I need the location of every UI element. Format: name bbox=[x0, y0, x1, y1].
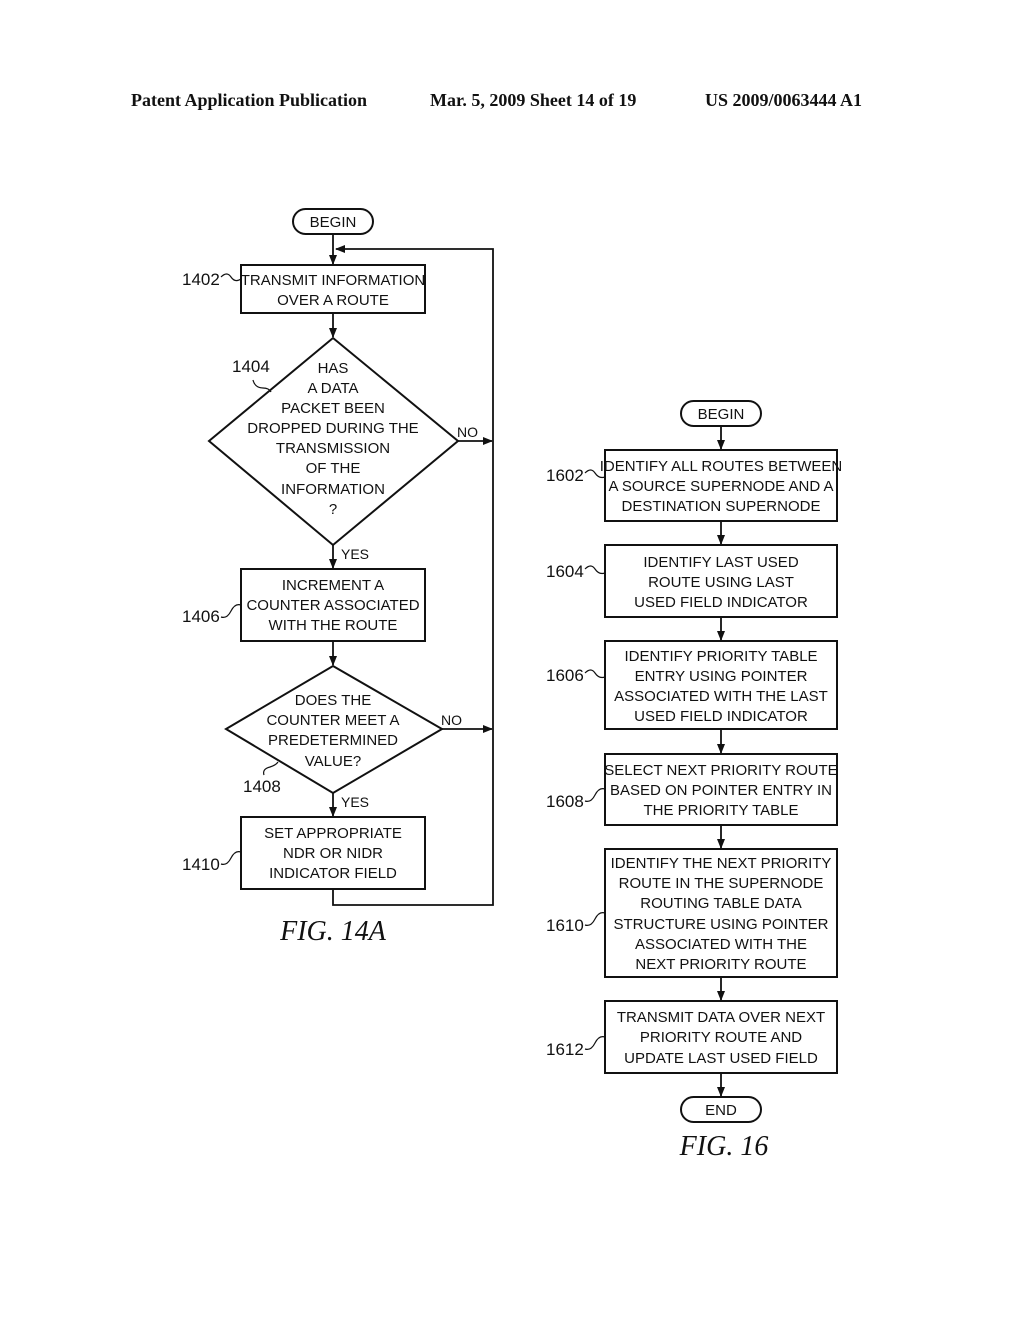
ref-1602: 1602 bbox=[546, 466, 584, 485]
fig16-end-label: END bbox=[705, 1102, 737, 1119]
leader-1610 bbox=[584, 912, 606, 926]
fig14a-begin-label: BEGIN bbox=[310, 214, 357, 231]
decision-1408-line-3: PREDETERMINED bbox=[268, 732, 398, 749]
fig16-caption: FIG. 16 bbox=[679, 1131, 769, 1162]
decision-1404-line-3: PACKET BEEN bbox=[281, 400, 385, 417]
decision-1404-line-1: HAS bbox=[318, 360, 349, 377]
decision-1404-line-2: A DATA bbox=[307, 380, 358, 397]
ref-1402: 1402 bbox=[182, 270, 220, 289]
leader-1612 bbox=[584, 1036, 606, 1050]
step-1608-line-3: THE PRIORITY TABLE bbox=[643, 802, 798, 819]
fig14a-yes-label-2: YES bbox=[341, 794, 369, 810]
fig16-diagram: BEGIN IDENTIFY ALL ROUTES BETWEEN A SOUR… bbox=[546, 400, 843, 1162]
step-1606-line-2: ENTRY USING POINTER bbox=[635, 668, 808, 685]
fig14a-no-label-2: NO bbox=[441, 712, 462, 728]
decision-1408-line-2: COUNTER MEET A bbox=[266, 712, 399, 729]
step-1608-line-2: BASED ON POINTER ENTRY IN bbox=[610, 782, 832, 799]
step-1610-line-6: NEXT PRIORITY ROUTE bbox=[635, 956, 806, 973]
step-1606-line-4: USED FIELD INDICATOR bbox=[634, 708, 808, 725]
fig14a-begin-terminal: BEGIN bbox=[292, 208, 374, 235]
fig16-begin-terminal: BEGIN bbox=[680, 400, 762, 427]
decision-1404-line-5: TRANSMISSION bbox=[276, 440, 390, 457]
leader-1404 bbox=[252, 379, 272, 393]
ref-1606: 1606 bbox=[546, 666, 584, 685]
step-1610-line-5: ASSOCIATED WITH THE bbox=[635, 936, 807, 953]
leader-1604 bbox=[584, 565, 606, 575]
step-1406-line-2: COUNTER ASSOCIATED bbox=[246, 597, 419, 614]
ref-1410: 1410 bbox=[182, 855, 220, 874]
step-1604-line-3: USED FIELD INDICATOR bbox=[634, 594, 808, 611]
leader-1608 bbox=[584, 788, 606, 802]
step-1406-line-3: WITH THE ROUTE bbox=[269, 617, 398, 634]
fig16-step-1602: IDENTIFY ALL ROUTES BETWEEN A SOURCE SUP… bbox=[546, 449, 843, 522]
fig14a-step-1406: INCREMENT A COUNTER ASSOCIATED WITH THE … bbox=[182, 568, 426, 642]
ref-1404: 1404 bbox=[232, 357, 270, 376]
fig16-step-1604: IDENTIFY LAST USED ROUTE USING LAST USED… bbox=[546, 544, 838, 618]
step-1410-line-2: NDR OR NIDR bbox=[283, 845, 383, 862]
step-1602-line-1: IDENTIFY ALL ROUTES BETWEEN bbox=[600, 458, 843, 475]
step-1602-line-2: A SOURCE SUPERNODE AND A bbox=[608, 478, 833, 495]
step-1606-line-1: IDENTIFY PRIORITY TABLE bbox=[624, 648, 817, 665]
step-1402-line-2: OVER A ROUTE bbox=[277, 292, 389, 309]
fig14a-yes-label-1: YES bbox=[341, 546, 369, 562]
ref-1408: 1408 bbox=[243, 777, 281, 796]
leader-1606 bbox=[584, 669, 606, 679]
ref-1612: 1612 bbox=[546, 1040, 584, 1059]
leader-1408 bbox=[263, 761, 279, 776]
step-1604-line-1: IDENTIFY LAST USED bbox=[643, 554, 798, 571]
ref-1406: 1406 bbox=[182, 607, 220, 626]
fig14a-no-label-1: NO bbox=[457, 424, 478, 440]
decision-1404-line-8: ? bbox=[329, 501, 337, 518]
decision-1408-line-1: DOES THE bbox=[295, 692, 371, 709]
flowchart-canvas: BEGIN TRANSMIT INFORMATION OVER A ROUTE … bbox=[182, 208, 843, 1162]
fig16-step-1610: IDENTIFY THE NEXT PRIORITY ROUTE IN THE … bbox=[546, 848, 838, 978]
step-1410-line-1: SET APPROPRIATE bbox=[264, 825, 402, 842]
step-1606-line-3: ASSOCIATED WITH THE LAST bbox=[614, 688, 828, 705]
step-1608-line-1: SELECT NEXT PRIORITY ROUTE bbox=[604, 762, 837, 779]
fig14a-decision-1404: HAS A DATA PACKET BEEN DROPPED DURING TH… bbox=[207, 336, 460, 547]
step-1410-line-3: INDICATOR FIELD bbox=[269, 865, 397, 882]
decision-1404-line-6: OF THE bbox=[306, 460, 361, 477]
leader-1406 bbox=[220, 604, 242, 618]
fig16-end-terminal: END bbox=[680, 1096, 762, 1123]
step-1610-line-2: ROUTE IN THE SUPERNODE bbox=[619, 875, 824, 892]
ref-1608: 1608 bbox=[546, 792, 584, 811]
step-1612-line-2: PRIORITY ROUTE AND bbox=[640, 1029, 802, 1046]
step-1610-line-3: ROUTING TABLE DATA bbox=[640, 895, 801, 912]
ref-1610: 1610 bbox=[546, 916, 584, 935]
step-1604-line-2: ROUTE USING LAST bbox=[648, 574, 794, 591]
step-1406-line-1: INCREMENT A bbox=[282, 577, 384, 594]
leader-1410 bbox=[220, 851, 242, 865]
decision-1404-line-7: INFORMATION bbox=[281, 481, 385, 498]
fig14a-caption: FIG. 14A bbox=[279, 916, 387, 947]
step-1612-line-3: UPDATE LAST USED FIELD bbox=[624, 1050, 818, 1067]
ref-1604: 1604 bbox=[546, 562, 584, 581]
fig14a-step-1410: SET APPROPRIATE NDR OR NIDR INDICATOR FI… bbox=[182, 816, 426, 890]
step-1610-line-4: STRUCTURE USING POINTER bbox=[613, 916, 828, 933]
step-1402-line-1: TRANSMIT INFORMATION bbox=[241, 272, 425, 289]
step-1612-line-1: TRANSMIT DATA OVER NEXT bbox=[617, 1009, 825, 1026]
fig14a-step-1402: TRANSMIT INFORMATION OVER A ROUTE 1402 bbox=[182, 264, 426, 314]
leader-1402 bbox=[220, 273, 242, 282]
step-1610-line-1: IDENTIFY THE NEXT PRIORITY bbox=[611, 855, 832, 872]
fig16-step-1612: TRANSMIT DATA OVER NEXT PRIORITY ROUTE A… bbox=[546, 1000, 838, 1074]
decision-1404-line-4: DROPPED DURING THE bbox=[247, 420, 418, 437]
step-1602-line-3: DESTINATION SUPERNODE bbox=[622, 498, 821, 515]
fig14a-decision-1408: DOES THE COUNTER MEET A PREDETERMINED VA… bbox=[224, 664, 444, 796]
fig16-step-1606: IDENTIFY PRIORITY TABLE ENTRY USING POIN… bbox=[546, 640, 838, 730]
fig16-step-1608: SELECT NEXT PRIORITY ROUTE BASED ON POIN… bbox=[546, 753, 838, 826]
decision-1408-line-4: VALUE? bbox=[305, 753, 361, 770]
fig16-begin-label: BEGIN bbox=[698, 406, 745, 423]
fig14a-diagram: BEGIN TRANSMIT INFORMATION OVER A ROUTE … bbox=[182, 208, 494, 947]
